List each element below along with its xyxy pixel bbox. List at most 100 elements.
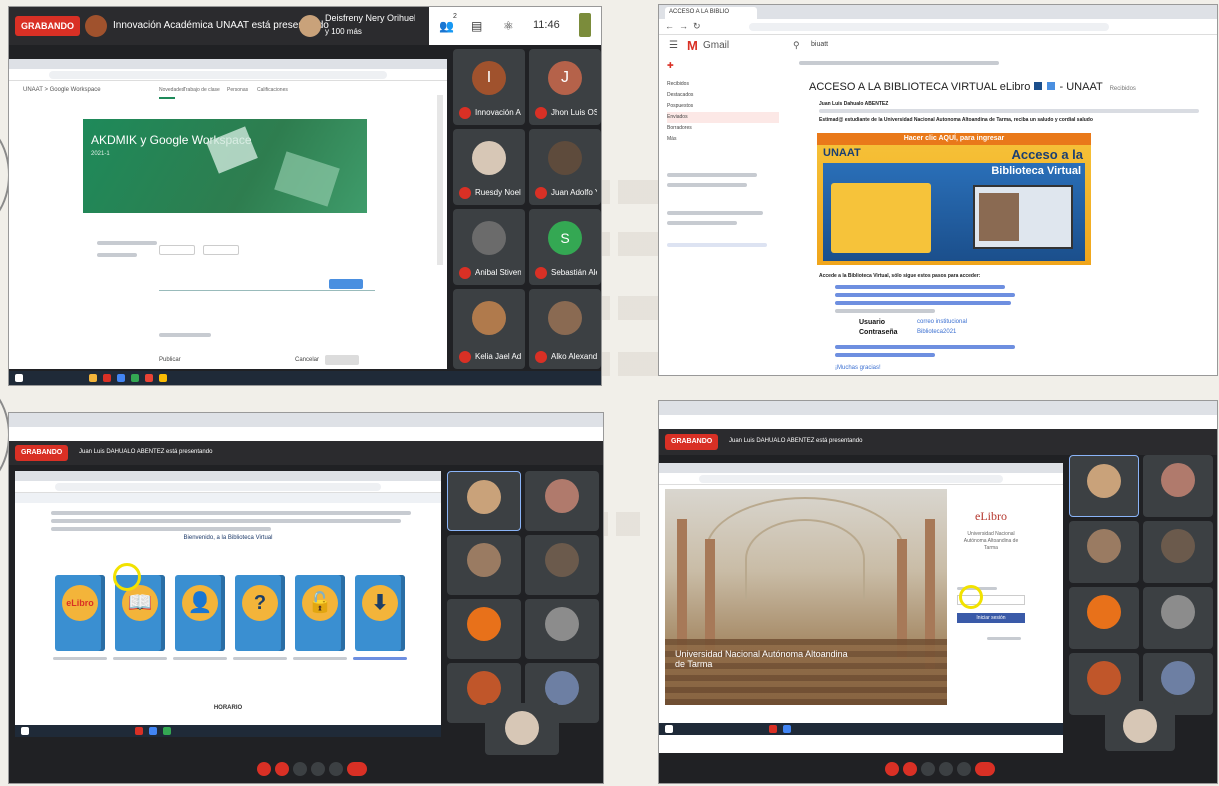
self-view-tile[interactable] xyxy=(485,703,559,755)
help-link[interactable] xyxy=(987,637,1021,640)
tab-stream[interactable]: Novedades xyxy=(159,87,184,93)
step-line[interactable] xyxy=(835,285,1005,289)
sidebar-item-sent[interactable]: Enviados xyxy=(667,112,779,123)
present-icon[interactable] xyxy=(939,762,953,776)
login-button[interactable]: Iniciar sesión xyxy=(957,613,1025,623)
scrollbar[interactable] xyxy=(437,95,443,265)
more-options-icon[interactable] xyxy=(329,762,343,776)
format-toolbar[interactable] xyxy=(159,333,211,337)
sidebar-item-starred[interactable]: Destacados xyxy=(667,90,779,101)
inbox-chip[interactable]: Recibidos xyxy=(1110,86,1136,92)
taskbar-app-icon[interactable] xyxy=(135,727,143,735)
start-icon[interactable] xyxy=(665,725,673,733)
more-options-icon[interactable] xyxy=(957,762,971,776)
back-icon[interactable]: ← xyxy=(665,21,674,31)
participant-tile[interactable] xyxy=(1143,521,1213,583)
start-icon[interactable] xyxy=(15,374,23,382)
participant-tile[interactable]: Anibal Stiven Yh... xyxy=(453,209,525,285)
url-field[interactable] xyxy=(749,23,1109,31)
tab-grades[interactable]: Calificaciones xyxy=(257,87,288,93)
self-view-tile[interactable] xyxy=(1105,701,1175,751)
captions-icon[interactable] xyxy=(293,762,307,776)
sidebar-item-snoozed[interactable]: Pospuestos xyxy=(667,101,779,112)
forward-icon[interactable]: → xyxy=(679,21,688,31)
taskbar-app-icon[interactable] xyxy=(163,727,171,735)
participant-tile[interactable]: Kelia Jael Adoll... xyxy=(453,289,525,369)
taskbar-app-icon[interactable] xyxy=(117,374,125,382)
taskbar-app-icon[interactable] xyxy=(783,725,791,733)
participant-tile[interactable]: J Jhon Luis OSN... xyxy=(529,49,601,125)
mic-off-icon[interactable] xyxy=(257,762,271,776)
participant-tile[interactable]: Ruesdy Noeliday... xyxy=(453,129,525,205)
activities-icon[interactable]: ⚛ xyxy=(503,19,514,33)
step-line[interactable] xyxy=(835,293,1015,297)
book-download[interactable]: ⬇ xyxy=(355,575,405,651)
browser-tabs[interactable] xyxy=(9,413,603,427)
book-account[interactable]: 👤 xyxy=(175,575,225,651)
video-link[interactable] xyxy=(835,345,1015,349)
taskbar-app-icon[interactable] xyxy=(145,374,153,382)
participant-tile[interactable] xyxy=(525,471,599,531)
people-icon[interactable]: 👥 xyxy=(439,19,454,33)
browser-tabs[interactable] xyxy=(9,59,447,69)
hang-up-icon[interactable] xyxy=(347,762,367,776)
url-field[interactable] xyxy=(55,483,381,491)
search-icon[interactable]: ⚲ xyxy=(793,40,800,51)
address-bar[interactable] xyxy=(15,481,441,493)
label-item[interactable] xyxy=(667,173,757,177)
flyer-cta[interactable]: Hacer clic AQUÍ, para ingresar xyxy=(817,133,1091,145)
participant-tile[interactable] xyxy=(1069,521,1139,583)
url-field[interactable] xyxy=(49,71,387,79)
post-button[interactable] xyxy=(329,279,363,289)
participant-tile[interactable] xyxy=(1143,587,1213,649)
start-icon[interactable] xyxy=(21,727,29,735)
address-bar[interactable]: ← → ↻ xyxy=(659,19,1217,35)
participant-tile[interactable]: Alko Alexandr B... xyxy=(529,289,601,369)
hang-up-icon[interactable] xyxy=(975,762,995,776)
sidebar-item-more[interactable]: Más xyxy=(667,134,779,145)
participant-tile[interactable] xyxy=(447,599,521,659)
browser-tabs[interactable] xyxy=(659,463,1063,473)
step-line[interactable] xyxy=(835,301,1011,305)
taskbar-app-icon[interactable] xyxy=(103,374,111,382)
compose-plus-icon[interactable]: ✚ xyxy=(667,61,674,70)
mic-off-icon[interactable] xyxy=(885,762,899,776)
participant-tile[interactable] xyxy=(1069,455,1139,517)
camera-off-icon[interactable] xyxy=(903,762,917,776)
url-field[interactable] xyxy=(699,475,1003,483)
browser-tabs[interactable] xyxy=(659,401,1217,415)
participant-tile[interactable] xyxy=(447,535,521,595)
participant-tile[interactable]: S Sebastián Alexand... xyxy=(529,209,601,285)
search-input[interactable]: biuatt xyxy=(811,41,828,48)
participant-tile[interactable] xyxy=(447,471,521,531)
taskbar-app-icon[interactable] xyxy=(769,725,777,733)
taskbar-app-icon[interactable] xyxy=(89,374,97,382)
sidebar-item-inbox[interactable]: Recibidos xyxy=(667,79,779,90)
publish-button[interactable] xyxy=(325,355,359,365)
reload-icon[interactable]: ↻ xyxy=(693,21,701,32)
participant-tile[interactable] xyxy=(525,535,599,595)
browser-tabs[interactable] xyxy=(15,471,441,481)
tutorial-link[interactable] xyxy=(835,353,935,357)
menu-icon[interactable]: ☰ xyxy=(669,40,678,51)
sidebar-item-drafts[interactable]: Borradores xyxy=(667,123,779,134)
participant-tile[interactable]: I Innovación Acad... xyxy=(453,49,525,125)
camera-off-icon[interactable] xyxy=(275,762,289,776)
tab-classwork[interactable]: Trabajo de clase xyxy=(183,87,220,93)
toolbar-icons[interactable] xyxy=(799,61,999,65)
gmail-tab[interactable]: ACCESO A LA BIBLIO xyxy=(665,7,757,19)
taskbar-app-icon[interactable] xyxy=(131,374,139,382)
attach-button[interactable]: Publicar xyxy=(159,357,181,363)
address-bar[interactable] xyxy=(659,415,1217,429)
label-item[interactable] xyxy=(667,183,747,187)
participant-tile[interactable]: Juan Adolfo Yuc... xyxy=(529,129,601,205)
taskbar-app-icon[interactable] xyxy=(159,374,167,382)
book-open-access[interactable]: 🔓 xyxy=(295,575,345,651)
audience-select[interactable] xyxy=(203,245,239,255)
address-bar[interactable] xyxy=(9,427,603,441)
address-bar[interactable] xyxy=(659,473,1063,485)
participant-tile[interactable] xyxy=(1143,455,1213,517)
chat-icon[interactable]: ▤ xyxy=(471,19,482,33)
book-help[interactable]: ? xyxy=(235,575,285,651)
present-icon[interactable] xyxy=(311,762,325,776)
